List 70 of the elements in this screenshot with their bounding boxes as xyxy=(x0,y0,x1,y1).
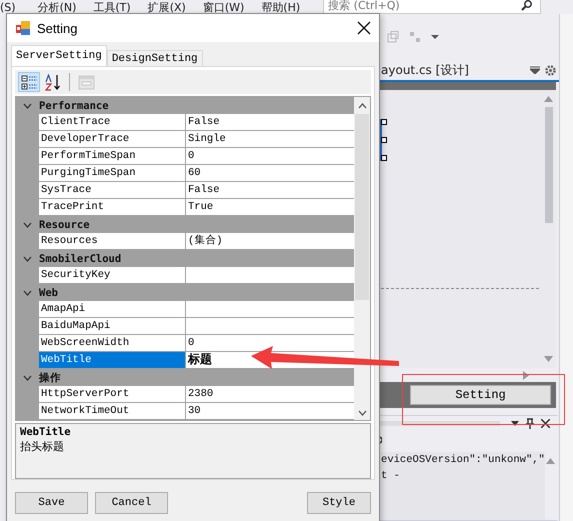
description-text: 抬头标题 xyxy=(20,439,65,454)
output-line: eviceOSVersion":"unkonw"," xyxy=(381,454,545,468)
property-value[interactable]: 0 xyxy=(186,148,354,165)
property-name[interactable]: PurgingTimeSpan xyxy=(39,165,186,182)
output-line: t - xyxy=(381,470,401,484)
menu-item[interactable]: 窗口(W) xyxy=(202,0,244,14)
grid-icon xyxy=(409,31,422,43)
property-value[interactable] xyxy=(186,301,354,318)
setting-button[interactable]: Setting xyxy=(410,385,552,405)
window-title: Setting xyxy=(37,20,78,36)
category-name: Resource xyxy=(39,218,90,230)
menu-item[interactable]: 工具(T) xyxy=(93,0,131,14)
tab[interactable]: DesignSetting xyxy=(106,50,203,66)
scroll-thumb[interactable] xyxy=(355,114,369,300)
settings-icon xyxy=(545,64,556,76)
close-icon xyxy=(541,418,550,428)
menu-item[interactable]: 扩展(X) xyxy=(148,0,186,14)
property-name[interactable]: PerformTimeSpan xyxy=(39,148,186,165)
categorized-icon[interactable] xyxy=(18,72,40,92)
property-value[interactable]: 2380 xyxy=(186,386,354,403)
property-value[interactable] xyxy=(186,267,354,284)
property-name[interactable]: ClientTrace xyxy=(39,114,186,131)
category-name: Web xyxy=(39,286,58,298)
tab[interactable]: ServerSetting xyxy=(11,45,107,66)
property-name[interactable]: WebTitle xyxy=(39,352,186,369)
caret-icon xyxy=(530,66,540,74)
property-name[interactable]: HttpServerPort xyxy=(39,386,186,403)
right-arrow-icon xyxy=(523,370,530,380)
scrollbar[interactable] xyxy=(544,452,556,520)
menu-item[interactable]: (S) xyxy=(0,0,16,14)
up-arrow-icon xyxy=(544,96,554,102)
caret-icon xyxy=(511,420,520,426)
search-field[interactable]: 搜索 (Ctrl+Q) xyxy=(323,0,542,14)
scroll-thumb[interactable] xyxy=(544,107,553,223)
property-name[interactable]: Resources xyxy=(39,233,186,250)
down-arrow-icon xyxy=(544,356,554,362)
property-value[interactable]: False xyxy=(186,114,354,131)
property-name[interactable]: DeveloperTrace xyxy=(39,131,186,148)
property-name[interactable]: BaiduMapApi xyxy=(39,318,186,335)
layout-icon xyxy=(387,31,400,43)
dialog-button[interactable]: Save xyxy=(15,492,88,514)
category-name: 操作 xyxy=(39,370,61,384)
scrollbar[interactable] xyxy=(354,97,370,420)
property-name[interactable]: AmapApi xyxy=(39,301,186,318)
property-name[interactable]: SysTrace xyxy=(39,182,186,199)
property-name[interactable]: NetworkTimeOut xyxy=(39,403,186,420)
category-name: SmobilerCloud xyxy=(39,252,122,264)
dialog-button[interactable]: Cancel xyxy=(95,492,168,514)
up-arrow-icon xyxy=(546,458,555,464)
menu-item[interactable]: 分析(N) xyxy=(38,0,76,14)
property-value[interactable] xyxy=(186,318,354,335)
close-icon xyxy=(357,21,371,35)
property-value[interactable]: (集合) xyxy=(186,233,354,250)
description-title: WebTitle xyxy=(20,426,72,438)
property-value[interactable]: 0 xyxy=(186,335,354,352)
property-name[interactable]: SecurityKey xyxy=(39,267,186,284)
property-value[interactable]: Single xyxy=(186,131,354,148)
category-name: Performance xyxy=(39,100,109,112)
property-name[interactable]: TracePrint xyxy=(39,199,186,216)
property-value[interactable]: 30 xyxy=(186,403,354,420)
app-icon xyxy=(15,20,31,36)
property-value[interactable]: 60 xyxy=(186,165,354,182)
document-title: ayout.cs [设计] xyxy=(381,62,470,78)
menu-item[interactable]: 帮助(H) xyxy=(261,0,300,14)
caret-icon xyxy=(431,33,440,41)
property-value[interactable]: True xyxy=(186,199,354,216)
property-name[interactable]: WebScreenWidth xyxy=(39,335,186,352)
property-value[interactable]: False xyxy=(186,182,354,199)
dialog-button[interactable]: Style xyxy=(307,492,371,514)
pin-icon xyxy=(526,418,534,428)
